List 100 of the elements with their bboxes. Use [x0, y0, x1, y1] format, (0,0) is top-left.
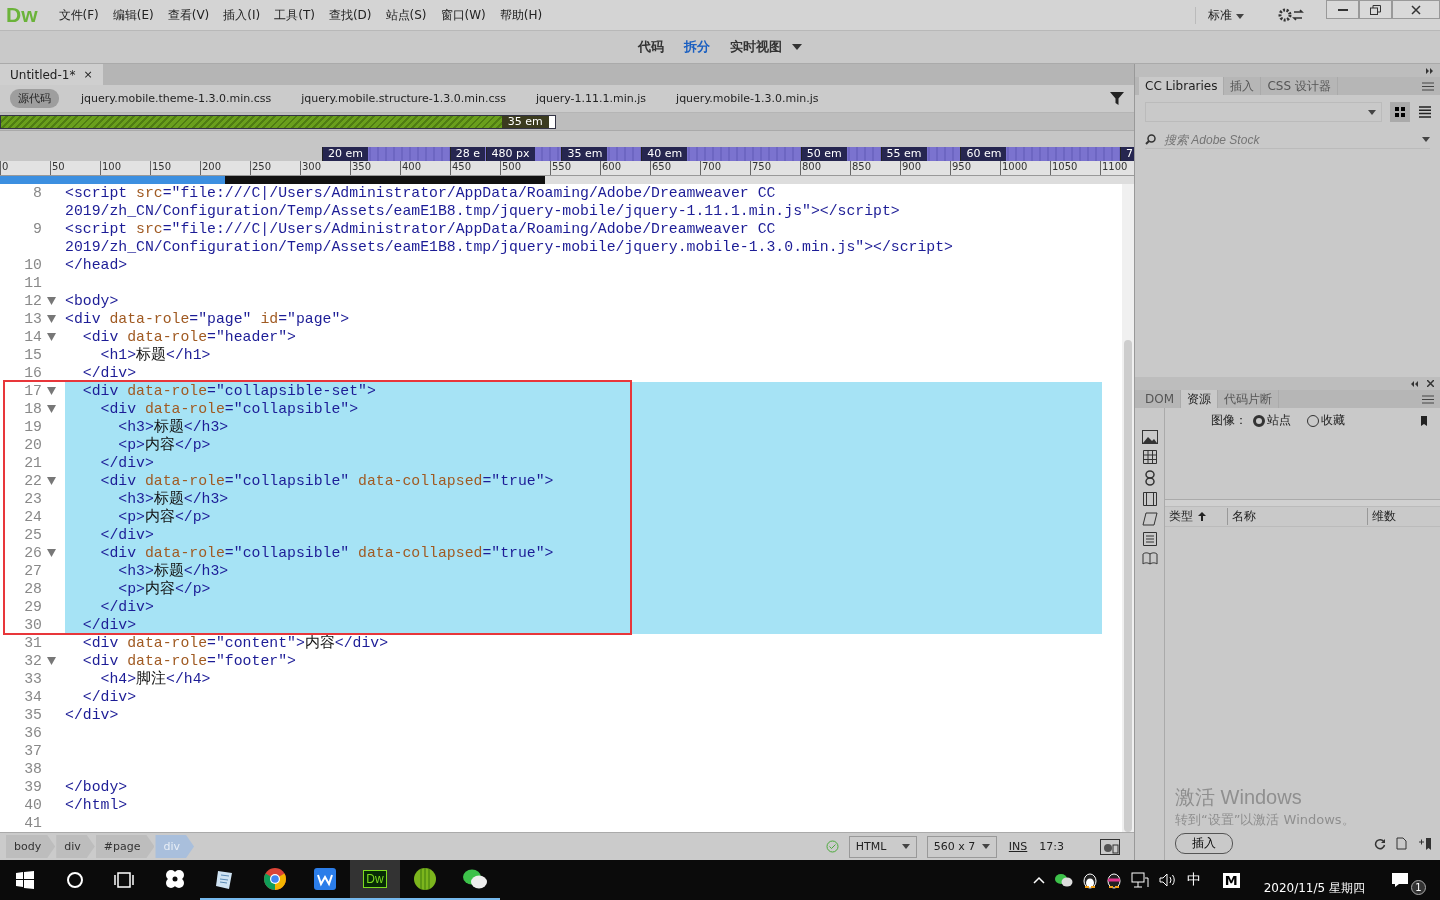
media-query-bar[interactable]: 480 px — [485, 147, 562, 161]
panel-tab[interactable]: CSS 设计器 — [1261, 77, 1338, 95]
breadcrumb[interactable]: #page — [95, 835, 155, 858]
fold-arrow-icon[interactable] — [47, 315, 56, 323]
chat-bubbles-icon[interactable] — [1054, 873, 1073, 887]
panel-tab[interactable]: 资源 — [1181, 390, 1219, 408]
media-query-bar[interactable]: 28 e — [449, 147, 486, 161]
collapse-icon[interactable] — [1411, 380, 1419, 387]
fold-arrow-icon[interactable] — [47, 657, 56, 665]
image-icon[interactable] — [1141, 430, 1158, 444]
view-button[interactable]: 拆分 — [676, 36, 718, 58]
related-file-button[interactable]: jquery-1.11.1.min.js — [527, 90, 655, 107]
media-query-bar[interactable]: 50 em — [800, 147, 881, 161]
bookmark-icon[interactable] — [1421, 415, 1427, 426]
media-query-bar[interactable]: 40 em — [641, 147, 801, 161]
search-icon — [1145, 134, 1156, 145]
menu-item[interactable]: 窗口(W) — [433, 6, 493, 24]
view-button[interactable]: 代码 — [630, 36, 672, 58]
fold-arrow-icon[interactable] — [47, 333, 56, 341]
tray-app-icon[interactable]: M — [1222, 872, 1240, 888]
add-bookmark-icon[interactable] — [1419, 837, 1432, 850]
menu-icon[interactable] — [1422, 81, 1434, 91]
list-view-icon[interactable] — [1418, 106, 1432, 118]
scrollbar[interactable] — [1122, 184, 1134, 832]
document-tab[interactable]: Untitled-1* × — [0, 64, 103, 85]
related-file-button[interactable]: jquery.mobile.theme-1.3.0.min.css — [73, 90, 280, 107]
menu-item[interactable]: 查看(V) — [160, 6, 217, 24]
line-number: 25 — [23, 526, 42, 544]
close-panel-icon[interactable] — [1427, 380, 1434, 387]
breadcrumb[interactable]: body — [6, 835, 56, 858]
line-number: 39 — [23, 778, 42, 796]
book-icon[interactable] — [1141, 552, 1158, 565]
max-width-bar[interactable]: 35 em — [0, 114, 556, 129]
table-icon[interactable] — [1142, 450, 1157, 464]
language-dropdown[interactable]: HTML — [848, 835, 917, 858]
penguin-icon[interactable] — [1106, 871, 1121, 889]
search-field[interactable]: 搜索 Adobe Stock — [1162, 131, 1416, 148]
related-file-button[interactable]: 源代码 — [10, 89, 59, 108]
refresh-icon[interactable] — [1374, 837, 1386, 850]
radio-option[interactable]: 收藏 — [1307, 412, 1345, 429]
fold-arrow-icon[interactable] — [47, 549, 56, 557]
view-button[interactable]: 实时视图 — [722, 36, 810, 58]
template-icon[interactable] — [1142, 532, 1157, 546]
related-file-button[interactable]: jquery.mobile-1.3.0.min.js — [668, 90, 827, 107]
document-app-icon[interactable] — [314, 868, 336, 890]
script-icon[interactable] — [1141, 512, 1158, 526]
related-file-button[interactable]: jquery.mobile.structure-1.3.0.min.css — [293, 90, 514, 107]
dreamweaver-app-icon[interactable]: Dw — [363, 870, 387, 888]
fold-arrow-icon[interactable] — [47, 387, 56, 395]
breadcrumb[interactable]: div — [56, 835, 95, 858]
panel-tab[interactable]: 代码片断 — [1218, 390, 1280, 408]
minimize-button[interactable] — [1326, 0, 1359, 19]
menu-icon[interactable] — [1422, 394, 1434, 404]
radio-option[interactable]: 站点 — [1253, 412, 1291, 429]
panel-tab[interactable]: 插入 — [1224, 77, 1262, 95]
menu-item[interactable]: 编辑(E) — [105, 6, 161, 24]
menu-item[interactable]: 帮助(H) — [492, 6, 550, 24]
restore-button[interactable] — [1359, 0, 1392, 19]
line-number: 32 — [23, 652, 42, 670]
fold-arrow-icon[interactable] — [47, 297, 56, 305]
fold-arrow-icon[interactable] — [47, 405, 56, 413]
code-text: <h3>标题</h3> — [117, 490, 229, 508]
panel-tab[interactable]: CC Libraries — [1139, 77, 1225, 95]
penguin-icon[interactable] — [1082, 871, 1097, 889]
chat-bubbles-icon[interactable] — [462, 868, 488, 890]
volume-icon[interactable] — [1158, 873, 1177, 887]
media-query-bar[interactable]: 20 em — [322, 147, 450, 161]
pinwheel-icon[interactable] — [164, 868, 186, 890]
settings-icon[interactable] — [1278, 7, 1304, 23]
ball-icon[interactable] — [413, 867, 437, 891]
link-icon[interactable] — [1144, 470, 1155, 486]
film-icon[interactable] — [1142, 492, 1157, 506]
edit-icon[interactable] — [1396, 837, 1409, 850]
grid-view-icon[interactable] — [1390, 102, 1410, 122]
column-header[interactable]: 维数 — [1372, 508, 1396, 525]
window-size-dropdown[interactable]: 560 x 7 — [926, 835, 997, 858]
clock-date[interactable]: 2020/11/5 星期四 — [1263, 863, 1365, 897]
media-query-bar[interactable]: 55 em — [880, 147, 961, 161]
insert-button[interactable]: 插入 — [1175, 833, 1233, 854]
column-header[interactable]: 类型 — [1169, 508, 1193, 525]
notification-icon[interactable] — [1391, 872, 1409, 888]
fold-arrow-icon[interactable] — [47, 477, 56, 485]
expand-icon[interactable] — [1426, 67, 1434, 74]
preview-icon[interactable] — [1100, 838, 1120, 855]
menu-item[interactable]: 插入(I) — [216, 6, 268, 24]
workspace-dropdown[interactable]: 标准 — [1195, 6, 1256, 24]
chevron-up-icon[interactable] — [1032, 876, 1045, 884]
filter-icon[interactable] — [1110, 92, 1124, 105]
network-icon[interactable] — [1130, 872, 1149, 888]
menu-item[interactable]: 查找(D) — [321, 6, 379, 24]
media-query-bar[interactable]: 35 em — [561, 147, 642, 161]
menu-item[interactable]: 站点(S) — [378, 6, 434, 24]
menu-item[interactable]: 文件(F) — [51, 6, 106, 24]
media-query-bar[interactable]: 7 — [1120, 147, 1134, 161]
column-header[interactable]: 名称 — [1232, 508, 1256, 525]
media-query-bar[interactable]: 60 em — [960, 147, 1120, 161]
chrome-icon[interactable] — [263, 867, 287, 891]
code-text: <p>内容</p> — [117, 508, 211, 526]
close-tab-button[interactable]: × — [83, 68, 93, 81]
menu-item[interactable]: 工具(T) — [267, 6, 322, 24]
